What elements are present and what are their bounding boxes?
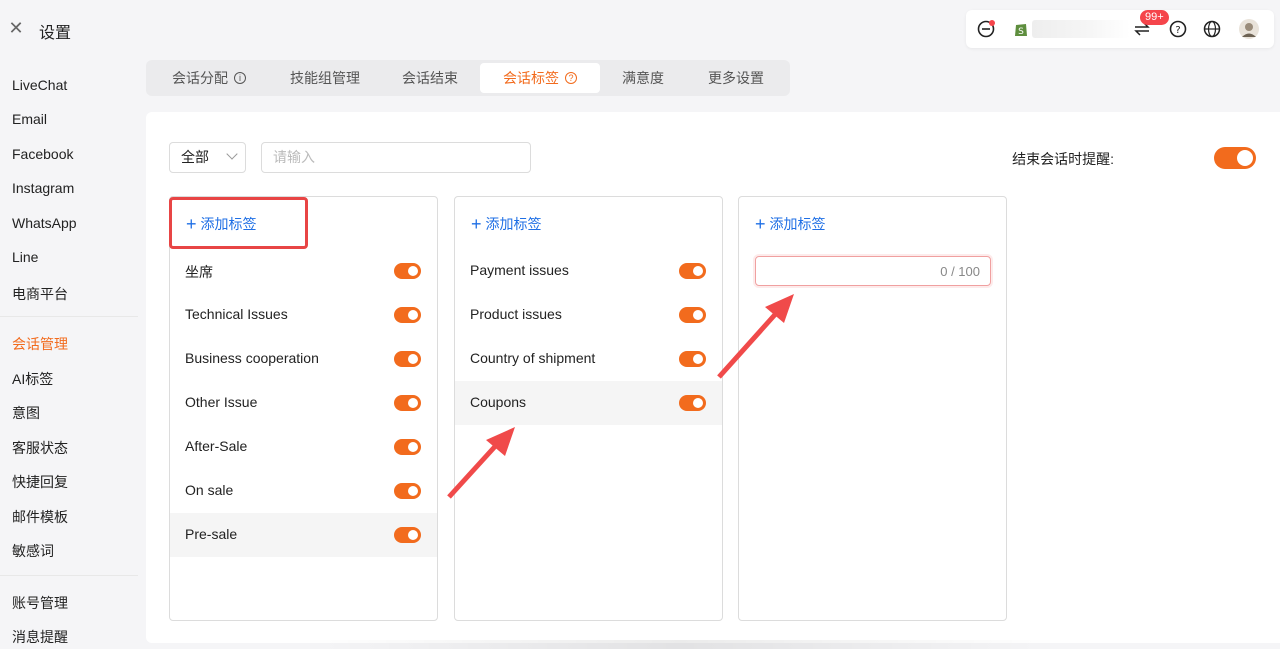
status-minus-icon[interactable]	[976, 19, 996, 39]
sidebar-divider	[0, 575, 138, 576]
tag-row[interactable]: 坐席	[170, 249, 437, 293]
settings-tabs: 会话分配 i 技能组管理 会话结束 会话标签? 满意度 更多设置	[146, 60, 790, 96]
info-icon[interactable]: i	[234, 72, 246, 85]
top-toolbar: S 99+ ?	[966, 10, 1274, 48]
sidebar-item-email-template[interactable]: 邮件模板	[12, 507, 68, 527]
sidebar-item-whatsapp[interactable]: WhatsApp	[12, 215, 77, 231]
tag-column-2: + 添加标签 Payment issues Product issues Coun…	[454, 196, 723, 621]
tag-toggle[interactable]	[394, 307, 421, 323]
tag-toggle[interactable]	[679, 263, 706, 279]
sidebar-item-line[interactable]: Line	[12, 249, 38, 265]
tag-row[interactable]: Other Issue	[170, 381, 437, 425]
tab-session-assign[interactable]: 会话分配 i	[154, 63, 264, 93]
tag-toggle[interactable]	[394, 439, 421, 455]
tag-toggle[interactable]	[394, 263, 421, 279]
sidebar-item-account-management[interactable]: 账号管理	[12, 593, 68, 613]
remind-toggle[interactable]	[1214, 147, 1256, 169]
tag-row[interactable]: Business cooperation	[170, 337, 437, 381]
category-select[interactable]: 全部	[169, 142, 246, 173]
tab-session-tags[interactable]: 会话标签?	[480, 63, 600, 93]
tag-toggle[interactable]	[394, 351, 421, 367]
chevron-down-icon	[226, 148, 238, 160]
sidebar-item-message-reminder[interactable]: 消息提醒	[12, 627, 68, 647]
tag-row[interactable]: Country of shipment	[455, 337, 722, 381]
sidebar-item-email[interactable]: Email	[12, 111, 47, 127]
page-title: 设置	[39, 25, 72, 42]
sidebar-item-ai-tags[interactable]: AI标签	[12, 369, 53, 389]
tag-row[interactable]: After-Sale	[170, 425, 437, 469]
close-icon[interactable]: ✕	[7, 19, 25, 37]
sidebar-item-quick-reply[interactable]: 快捷回复	[12, 472, 68, 492]
sidebar-item-session-management[interactable]: 会话管理	[12, 334, 68, 354]
svg-text:?: ?	[1175, 25, 1180, 36]
help-circle-icon[interactable]: ?	[565, 72, 577, 85]
shopify-icon[interactable]: S	[1011, 19, 1031, 39]
tab-session-end[interactable]: 会话结束	[384, 63, 476, 93]
tab-skill-group[interactable]: 技能组管理	[270, 63, 380, 93]
sidebar-item-ecommerce[interactable]: 电商平台	[12, 284, 68, 304]
bottom-shadow	[300, 640, 1060, 649]
tag-row[interactable]: On sale	[170, 469, 437, 513]
tag-column-1: + 添加标签 坐席 Technical Issues Business coope…	[169, 196, 438, 621]
sidebar-item-instagram[interactable]: Instagram	[12, 180, 74, 196]
avatar[interactable]	[1238, 18, 1260, 40]
shop-name-blurred	[1032, 20, 1130, 38]
sidebar-divider	[0, 316, 138, 317]
tab-satisfaction[interactable]: 满意度	[604, 63, 682, 93]
sidebar-item-facebook[interactable]: Facebook	[12, 146, 73, 162]
sidebar-item-agent-status[interactable]: 客服状态	[12, 438, 68, 458]
tags-panel: 全部 请输入 结束会话时提醒: + 添加标签 坐席 Technical Issue…	[146, 112, 1280, 643]
add-tag-button[interactable]: + 添加标签	[471, 213, 542, 234]
globe-icon[interactable]	[1202, 19, 1222, 39]
char-counter: 0 / 100	[940, 264, 980, 279]
tag-toggle[interactable]	[679, 307, 706, 323]
tag-row[interactable]: Technical Issues	[170, 293, 437, 337]
tag-toggle[interactable]	[394, 395, 421, 411]
sidebar-item-sensitive-words[interactable]: 敏感词	[12, 541, 54, 561]
tag-row[interactable]: Pre-sale	[170, 513, 437, 557]
tag-row[interactable]: Coupons	[455, 381, 722, 425]
help-icon[interactable]: ?	[1168, 19, 1188, 39]
tag-toggle[interactable]	[394, 527, 421, 543]
tab-more-settings[interactable]: 更多设置	[686, 63, 786, 93]
sidebar-item-livechat[interactable]: LiveChat	[12, 77, 67, 93]
plus-icon: +	[471, 214, 482, 234]
remind-label: 结束会话时提醒:	[1012, 151, 1114, 167]
search-input[interactable]: 请输入	[261, 142, 531, 173]
new-tag-input[interactable]: 0 / 100	[755, 256, 991, 286]
notification-badge: 99+	[1140, 10, 1169, 25]
plus-icon: +	[755, 214, 766, 234]
tag-column-3: + 添加标签 0 / 100	[738, 196, 1007, 621]
tag-row[interactable]: Payment issues	[455, 249, 722, 293]
sidebar-item-intent[interactable]: 意图	[12, 403, 40, 423]
tag-toggle[interactable]	[679, 395, 706, 411]
tag-toggle[interactable]	[679, 351, 706, 367]
svg-text:S: S	[1018, 27, 1024, 37]
add-tag-button[interactable]: + 添加标签	[755, 213, 826, 234]
highlight-box	[169, 197, 308, 249]
tag-row[interactable]: Product issues	[455, 293, 722, 337]
tag-toggle[interactable]	[394, 483, 421, 499]
